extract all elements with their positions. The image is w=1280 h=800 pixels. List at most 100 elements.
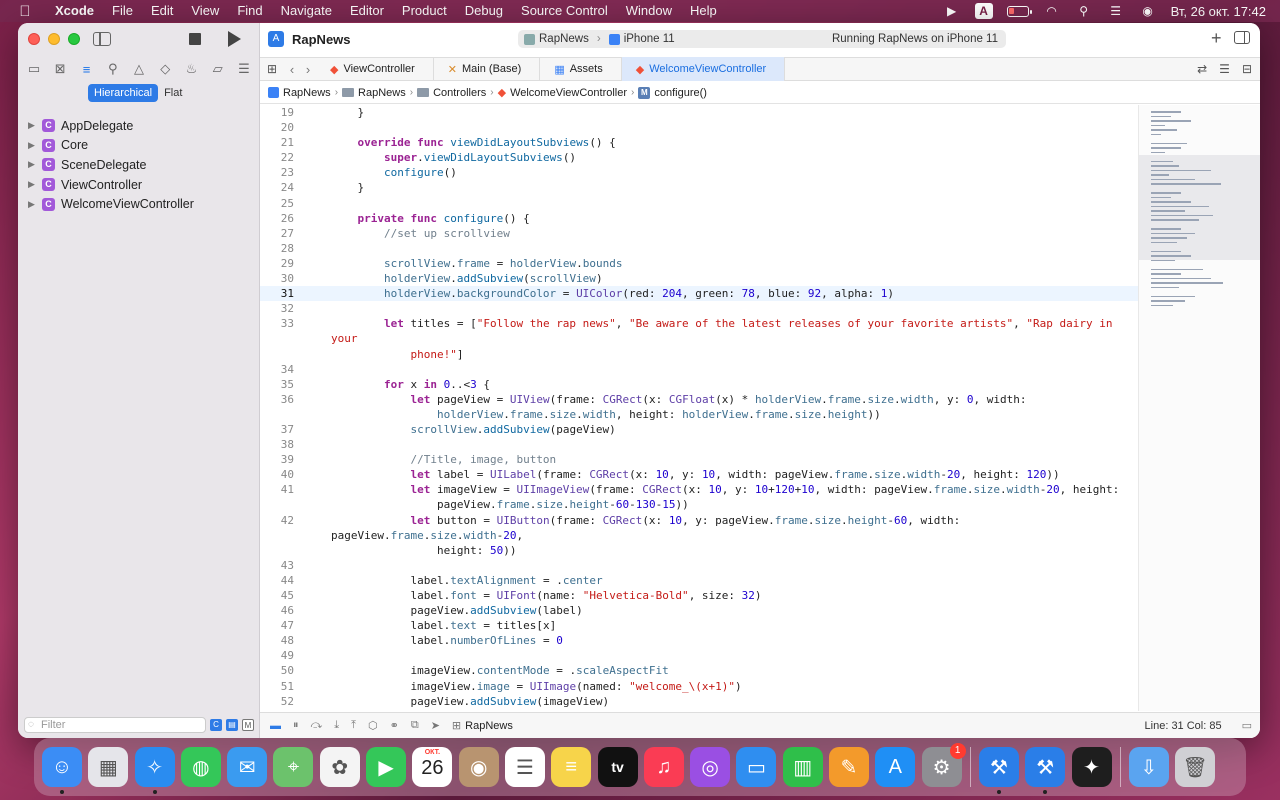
device-name[interactable]: iPhone 11 <box>624 33 675 45</box>
code-text[interactable]: scrollView.addSubview(pageView) <box>294 422 1138 437</box>
list-item[interactable]: ▶ C ViewController <box>28 175 253 195</box>
menu-window[interactable]: Window <box>617 0 681 22</box>
line-number[interactable]: 44 <box>260 573 294 588</box>
code-text[interactable]: //set up scrollview <box>294 226 1138 241</box>
line-number[interactable]: 19 <box>260 105 294 120</box>
code-line[interactable]: 52 pageView.addSubview(imageView) <box>260 694 1138 709</box>
line-number[interactable]: 24 <box>260 180 294 195</box>
dock-app-music-icon[interactable]: ♫ <box>643 747 684 787</box>
dock-app-podcasts-icon[interactable]: ◎ <box>690 747 731 787</box>
tab-main-base[interactable]: ✕ Main (Base) <box>434 57 541 81</box>
code-line[interactable]: 27 //set up scrollview <box>260 226 1138 241</box>
disclosure-chevron-icon[interactable]: ▶ <box>28 140 40 151</box>
code-text[interactable]: } <box>294 105 1138 120</box>
code-line[interactable]: 46 pageView.addSubview(label) <box>260 603 1138 618</box>
code-text[interactable]: holderView.addSubview(scrollView) <box>294 271 1138 286</box>
line-number[interactable]: 50 <box>260 663 294 678</box>
battery-icon[interactable] <box>1006 5 1032 17</box>
code-line[interactable]: 34 <box>260 362 1138 377</box>
menu-source-control[interactable]: Source Control <box>512 0 617 22</box>
dock-app-messages-icon[interactable]: ◍ <box>180 747 221 787</box>
code-line[interactable]: 43 <box>260 558 1138 573</box>
library-plus-icon[interactable]: + <box>1211 28 1222 49</box>
split-editor-icon[interactable]: ⊟ <box>1242 62 1252 76</box>
code-line[interactable]: 35 for x in 0..<3 { <box>260 377 1138 392</box>
dock-app-reminders-icon[interactable]: ☰ <box>504 747 545 787</box>
pause-icon[interactable]: ⏸ <box>293 719 299 732</box>
line-number[interactable]: 28 <box>260 241 294 256</box>
code-line[interactable]: 48 label.numberOfLines = 0 <box>260 633 1138 648</box>
code-line[interactable]: 24 } <box>260 180 1138 195</box>
code-text[interactable]: private func configure() { <box>294 211 1138 226</box>
code-text[interactable] <box>294 558 1138 573</box>
dock-app-xcode-icon[interactable]: ⚒ <box>1025 747 1066 794</box>
code-text[interactable] <box>294 648 1138 663</box>
find-icon[interactable]: ⚲ <box>103 61 123 77</box>
disclosure-chevron-icon[interactable]: ▶ <box>28 199 40 210</box>
code-line[interactable]: 32 <box>260 301 1138 316</box>
line-number[interactable]: 30 <box>260 271 294 286</box>
disclosure-chevron-icon[interactable]: ▶ <box>28 159 40 170</box>
line-number[interactable]: 32 <box>260 301 294 316</box>
step-out-icon[interactable]: ⤒ <box>351 719 356 732</box>
code-line[interactable]: 37 scrollView.addSubview(pageView) <box>260 422 1138 437</box>
code-text[interactable] <box>294 241 1138 256</box>
step-into-icon[interactable]: ⤓ <box>334 719 339 732</box>
line-number[interactable]: 45 <box>260 588 294 603</box>
code-text[interactable]: scrollView.frame = holderView.bounds <box>294 256 1138 271</box>
breadcrumb-item[interactable]: Controllers <box>417 87 486 99</box>
code-line[interactable]: 20 <box>260 120 1138 135</box>
breadcrumb-item[interactable]: ◆ WelcomeViewController <box>498 86 627 100</box>
menu-product[interactable]: Product <box>393 0 456 22</box>
line-number[interactable]: 25 <box>260 196 294 211</box>
menubar-clock[interactable]: Вт, 26 окт. 17:42 <box>1171 4 1266 19</box>
line-number[interactable]: 39 <box>260 452 294 467</box>
line-number[interactable]: 42 <box>260 513 294 558</box>
memory-graph-icon[interactable]: ⚭ <box>390 719 399 732</box>
tab-viewcontroller[interactable]: ◆ ViewController <box>316 57 434 81</box>
code-editor[interactable]: 19 } 20 21 override func viewDidLayoutSub… <box>260 105 1138 711</box>
back-arrow-icon[interactable]: ‹ <box>284 62 300 77</box>
dock-app-trash-icon[interactable]: 🗑 <box>1175 747 1216 787</box>
code-line[interactable]: 42 let button = UIButton(frame: CGRect(x… <box>260 513 1138 558</box>
scheme-selector[interactable]: RapNews › iPhone 11 <box>524 33 675 45</box>
code-line[interactable]: 50 imageView.contentMode = .scaleAspectF… <box>260 663 1138 678</box>
dock-app-notes-icon[interactable]: ≡ <box>551 747 592 787</box>
dock-app-maps-icon[interactable]: ⌖ <box>273 747 314 787</box>
zoom-window-button[interactable] <box>68 33 80 45</box>
dock-app-tv-icon[interactable]: tv <box>597 747 638 787</box>
environment-overrides-icon[interactable]: ⧉ <box>411 719 419 732</box>
line-number[interactable]: 38 <box>260 437 294 452</box>
line-number[interactable]: 51 <box>260 679 294 694</box>
stop-button[interactable] <box>189 33 201 45</box>
code-text[interactable]: } <box>294 180 1138 195</box>
code-line[interactable]: 44 label.textAlignment = .center <box>260 573 1138 588</box>
breakpoint-icon[interactable]: ▱ <box>208 61 228 77</box>
code-line[interactable]: 53 <box>260 709 1138 711</box>
filter-input[interactable]: Filter <box>24 717 206 733</box>
list-item[interactable]: ▶ C AppDelegate <box>28 116 253 136</box>
code-text[interactable]: //Title, image, button <box>294 452 1138 467</box>
line-number[interactable]: 27 <box>260 226 294 241</box>
related-items-grid-icon[interactable]: ⊞ <box>260 62 284 76</box>
source-control-icon[interactable]: ⊠ <box>50 61 70 77</box>
dock-app-keynote-icon[interactable]: ▭ <box>736 747 777 787</box>
menu-debug[interactable]: Debug <box>456 0 512 22</box>
code-text[interactable]: let button = UIButton(frame: CGRect(x: 1… <box>294 513 1138 558</box>
run-button[interactable] <box>228 31 241 47</box>
forward-arrow-icon[interactable]: › <box>300 62 316 77</box>
minimap[interactable] <box>1138 105 1260 711</box>
test-diamond-icon[interactable]: ◇ <box>155 61 175 77</box>
line-number[interactable]: 21 <box>260 135 294 150</box>
code-line[interactable]: 40 let label = UILabel(frame: CGRect(x: … <box>260 467 1138 482</box>
code-line[interactable]: 31 holderView.backgroundColor = UIColor(… <box>260 286 1138 302</box>
code-line[interactable]: 29 scrollView.frame = holderView.bounds <box>260 256 1138 271</box>
minimize-window-button[interactable] <box>48 33 60 45</box>
code-text[interactable]: pageView.addSubview(label) <box>294 603 1138 618</box>
code-text[interactable]: label.numberOfLines = 0 <box>294 633 1138 648</box>
code-line[interactable]: 41 let imageView = UIImageView(frame: CG… <box>260 482 1138 512</box>
console-toggle-icon[interactable]: ▬ <box>270 720 281 732</box>
code-line[interactable]: 21 override func viewDidLayoutSubviews()… <box>260 135 1138 150</box>
code-text[interactable] <box>294 120 1138 135</box>
inspector-toggle-icon[interactable] <box>1234 31 1250 44</box>
